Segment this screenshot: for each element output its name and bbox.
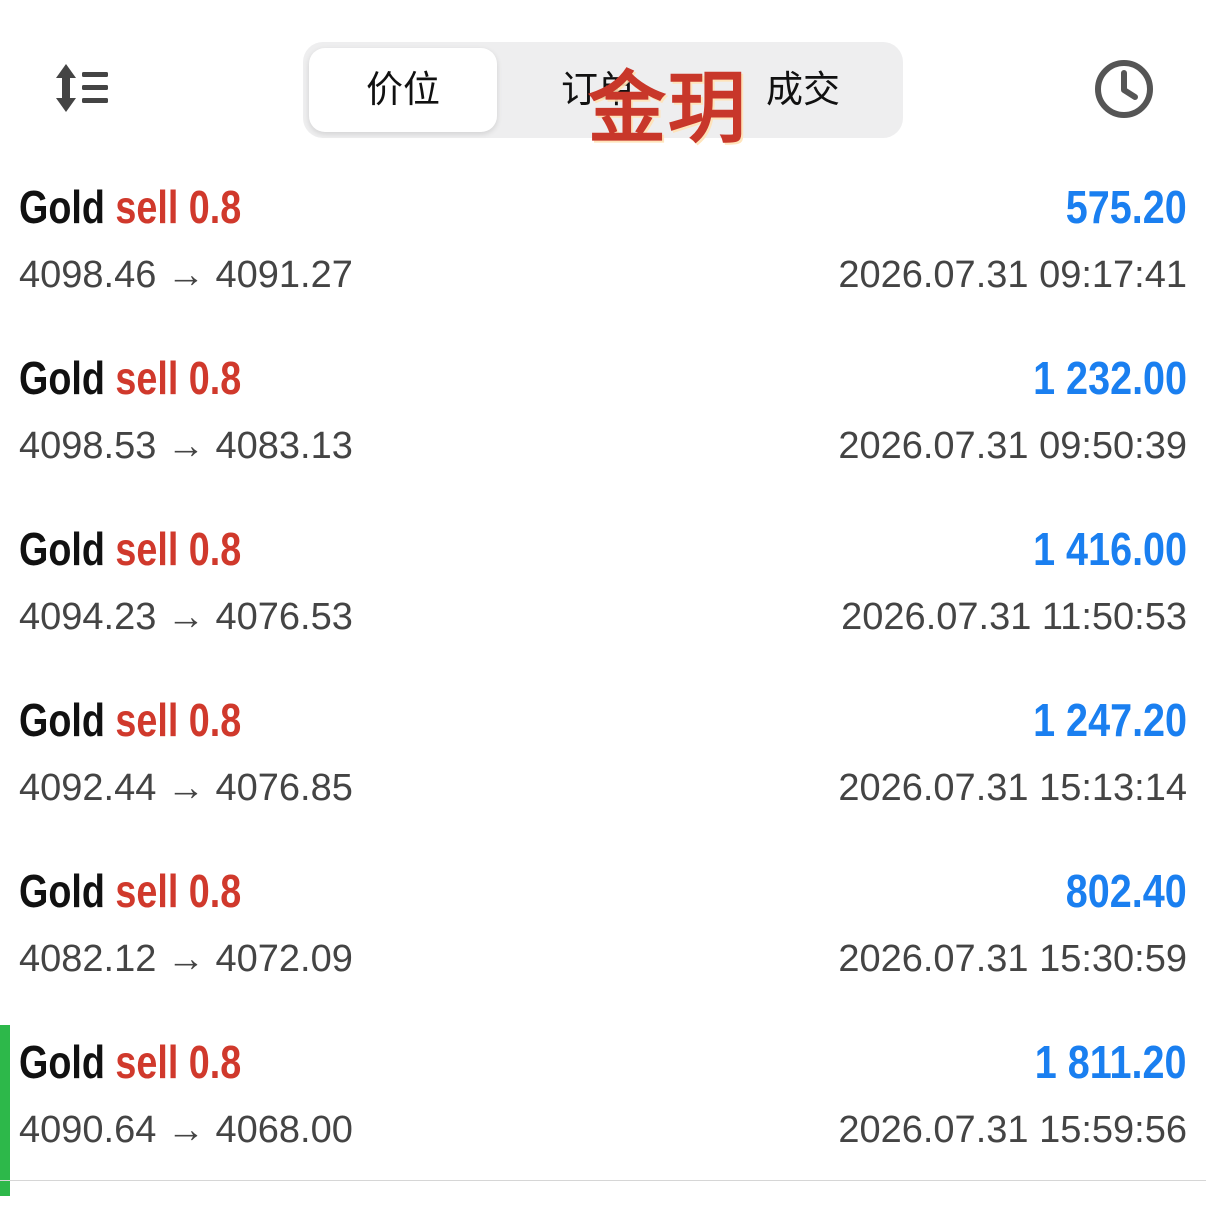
symbol-label: Gold	[19, 352, 105, 404]
trade-row[interactable]: Gold sell 0.8 802.40 4082.12 → 4072.09 2…	[0, 854, 1206, 1025]
side-label: sell	[115, 694, 179, 746]
profit-value: 802.40	[1065, 865, 1187, 917]
trade-time: 2026.07.31 09:17:41	[838, 254, 1187, 296]
price-range: 4094.23 → 4076.53	[19, 596, 353, 638]
tab-switcher: 价位 订单 成交	[303, 42, 903, 138]
trade-time: 2026.07.31 15:59:56	[838, 1109, 1187, 1151]
lots-label: 0.8	[188, 1036, 242, 1088]
top-bar: 价位 订单 成交 金玥	[0, 0, 1206, 170]
trade-time: 2026.07.31 09:50:39	[838, 425, 1187, 467]
trade-title: Gold sell 0.8	[19, 864, 241, 918]
tab-orders[interactable]: 订单	[503, 48, 693, 132]
side-label: sell	[115, 181, 179, 233]
side-label: sell	[115, 1036, 179, 1088]
trade-title: Gold sell 0.8	[19, 180, 241, 234]
lots-label: 0.8	[188, 865, 242, 917]
trade-row[interactable]: Gold sell 0.8 1 416.00 4094.23 → 4076.53…	[0, 512, 1206, 683]
trade-title: Gold sell 0.8	[19, 1035, 241, 1089]
trade-title: Gold sell 0.8	[19, 522, 241, 576]
symbol-label: Gold	[19, 1036, 105, 1088]
symbol-label: Gold	[19, 694, 105, 746]
trade-row[interactable]: Gold sell 0.8 1 232.00 4098.53 → 4083.13…	[0, 341, 1206, 512]
symbol-label: Gold	[19, 523, 105, 575]
trade-title: Gold sell 0.8	[19, 693, 241, 747]
side-label: sell	[115, 523, 179, 575]
profit-value: 1 247.20	[1033, 694, 1187, 746]
lots-label: 0.8	[188, 694, 242, 746]
price-range: 4090.64 → 4068.00	[19, 1109, 353, 1151]
selection-indicator	[0, 1025, 10, 1196]
price-range: 4082.12 → 4072.09	[19, 938, 353, 980]
lots-label: 0.8	[188, 352, 242, 404]
price-range: 4098.53 → 4083.13	[19, 425, 353, 467]
tab-price[interactable]: 价位	[309, 48, 497, 132]
price-range: 4092.44 → 4076.85	[19, 767, 353, 809]
side-label: sell	[115, 865, 179, 917]
profit-value: 1 416.00	[1033, 523, 1187, 575]
price-range: 4098.46 → 4091.27	[19, 254, 353, 296]
trade-time: 2026.07.31 15:30:59	[838, 938, 1187, 980]
profit-value: 575.20	[1065, 181, 1187, 233]
symbol-label: Gold	[19, 865, 105, 917]
side-label: sell	[115, 352, 179, 404]
sort-icon[interactable]	[52, 60, 112, 116]
list-divider	[0, 1180, 1206, 1181]
tab-deals[interactable]: 成交	[703, 48, 903, 132]
trade-time: 2026.07.31 11:50:53	[841, 596, 1187, 638]
trade-title: Gold sell 0.8	[19, 351, 241, 405]
trade-time: 2026.07.31 15:13:14	[838, 767, 1187, 809]
clock-icon[interactable]	[1092, 57, 1156, 121]
trade-row-selected[interactable]: Gold sell 0.8 1 811.20 4090.64 → 4068.00…	[0, 1025, 1206, 1196]
lots-label: 0.8	[188, 181, 242, 233]
lots-label: 0.8	[188, 523, 242, 575]
profit-value: 1 232.00	[1033, 352, 1187, 404]
trade-row[interactable]: Gold sell 0.8 1 247.20 4092.44 → 4076.85…	[0, 683, 1206, 854]
symbol-label: Gold	[19, 181, 105, 233]
profit-value: 1 811.20	[1035, 1036, 1187, 1088]
trade-row[interactable]: Gold sell 0.8 575.20 4098.46 → 4091.27 2…	[0, 170, 1206, 341]
